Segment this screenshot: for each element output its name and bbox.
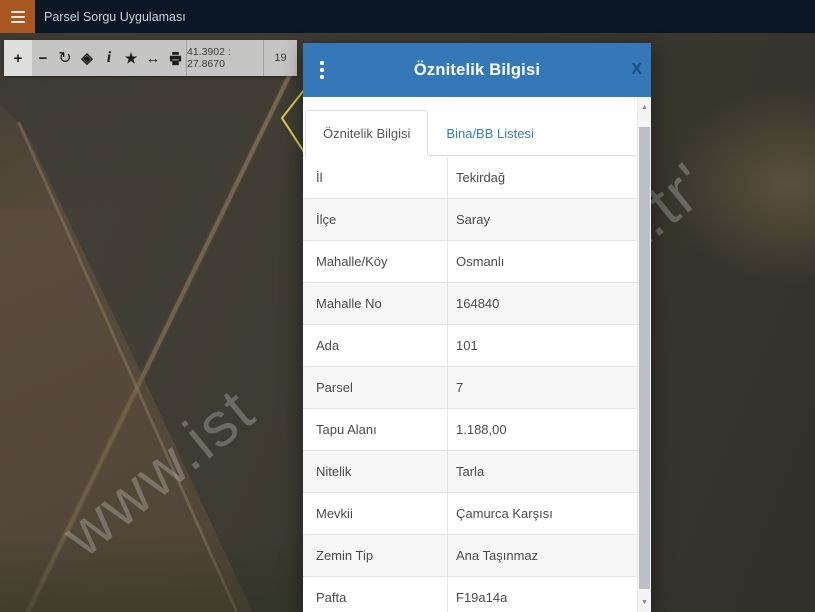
attribute-value: Osmanlı	[456, 254, 505, 269]
attribute-label: İlçe	[303, 199, 448, 240]
top-bar: Parsel Sorgu Uygulaması	[0, 0, 815, 33]
toolbar-icon: ★	[124, 49, 138, 66]
table-row: Pafta F19a14a	[303, 577, 637, 612]
attribute-table: İl Tekirdağ İlçe Saray Mahalle/Köy Osman…	[303, 157, 637, 612]
tab[interactable]: Öznitelik Bilgisi	[305, 110, 429, 156]
toolbar-icon: i	[106, 49, 112, 66]
attribute-label: Tapu Alanı	[303, 409, 448, 450]
attribute-label: Nitelik	[303, 451, 448, 492]
map-toolbar: + − ↻ ◈ i ★ ↔ 41.3902: 27.8670 19	[4, 40, 297, 76]
attribute-value: 164840	[456, 296, 500, 311]
modal-title: Öznitelik Bilgisi	[413, 60, 541, 79]
parcel-query-app: www.ist t.tr' Parsel Sorgu Uygulaması + …	[0, 0, 815, 612]
refresh-button[interactable]: ↻	[54, 40, 76, 76]
close-icon[interactable]: X	[631, 61, 642, 79]
table-row: Ada 101	[303, 325, 637, 367]
attribute-value: Tarla	[456, 464, 485, 479]
scrollbar-thumb[interactable]	[639, 127, 650, 589]
table-row: Nitelik Tarla	[303, 451, 637, 493]
attribute-label: İl	[303, 157, 448, 198]
scroll-down-icon[interactable]: ▼	[638, 595, 651, 609]
table-row: Zemin Tip Ana Taşınmaz	[303, 535, 637, 577]
table-row: Mahalle No 164840	[303, 283, 637, 325]
selected-parcel-outline	[280, 89, 305, 153]
toolbar-icon: −	[38, 49, 48, 67]
zoom-level-readout: 19	[274, 52, 287, 64]
attribute-value: 1.188,00	[456, 422, 507, 437]
table-row: Tapu Alanı 1.188,00	[303, 409, 637, 451]
attribute-value: 7	[456, 380, 464, 395]
info-button[interactable]: i	[98, 40, 120, 76]
attribute-value: Saray	[456, 212, 490, 227]
toolbar-icon: ◈	[81, 50, 93, 67]
attribute-value: Ana Taşınmaz	[456, 548, 539, 563]
modal-scrollbar[interactable]: ▲ ▼	[637, 97, 651, 612]
app-title: Parsel Sorgu Uygulaması	[44, 9, 186, 24]
table-row: Mahalle/Köy Osmanlı	[303, 241, 637, 283]
hamburger-icon	[10, 10, 25, 13]
table-row: İlçe Saray	[303, 199, 637, 241]
attribute-label: Mevkii	[303, 493, 448, 534]
pan-button[interactable]: ↔	[142, 40, 164, 76]
print-button[interactable]	[164, 40, 186, 76]
attribute-label: Parsel	[303, 367, 448, 408]
attribute-value: Çamurca Karşısı	[456, 506, 553, 521]
toolbar-icon: ↻	[58, 50, 72, 67]
tab-bar: Öznitelik Bilgisi Bina/BB Listesi	[303, 109, 637, 156]
zoom-out-button[interactable]: −	[32, 40, 54, 76]
attribute-label: Pafta	[303, 577, 448, 612]
toolbar-icon: +	[13, 49, 23, 67]
attribute-label: Ada	[303, 325, 448, 366]
attribute-value: 101	[456, 338, 478, 353]
favorites-button[interactable]: ★	[120, 40, 142, 76]
locate-button[interactable]: ◈	[76, 40, 98, 76]
tab[interactable]: Bina/BB Listesi	[428, 110, 551, 156]
table-row: Mevkii Çamurca Karşısı	[303, 493, 637, 535]
coordinates-readout: 41.3902 : 27.8670	[187, 46, 231, 70]
attribute-value: Tekirdağ	[456, 170, 506, 185]
zoom-in-button[interactable]: +	[4, 40, 32, 76]
modal-header: Öznitelik Bilgisi X	[303, 43, 651, 97]
attribute-label: Mahalle No	[303, 283, 448, 324]
attribute-label: Mahalle/Köy	[303, 241, 448, 282]
attribute-info-modal: Öznitelik Bilgisi X Öznitelik Bilgisi Bi…	[303, 43, 651, 612]
table-row: İl Tekirdağ	[303, 157, 637, 199]
attribute-value: F19a14a	[456, 590, 508, 605]
scroll-up-icon[interactable]: ▲	[638, 100, 651, 114]
hamburger-menu-button[interactable]	[0, 0, 35, 33]
kebab-menu-button[interactable]	[316, 57, 328, 83]
attribute-label: Zemin Tip	[303, 535, 448, 576]
printer-icon	[169, 51, 181, 65]
kebab-icon	[320, 61, 324, 65]
modal-body: Öznitelik Bilgisi Bina/BB Listesi İl Tek…	[303, 97, 651, 612]
table-row: Parsel 7	[303, 367, 637, 409]
toolbar-icon: ↔	[145, 49, 161, 67]
